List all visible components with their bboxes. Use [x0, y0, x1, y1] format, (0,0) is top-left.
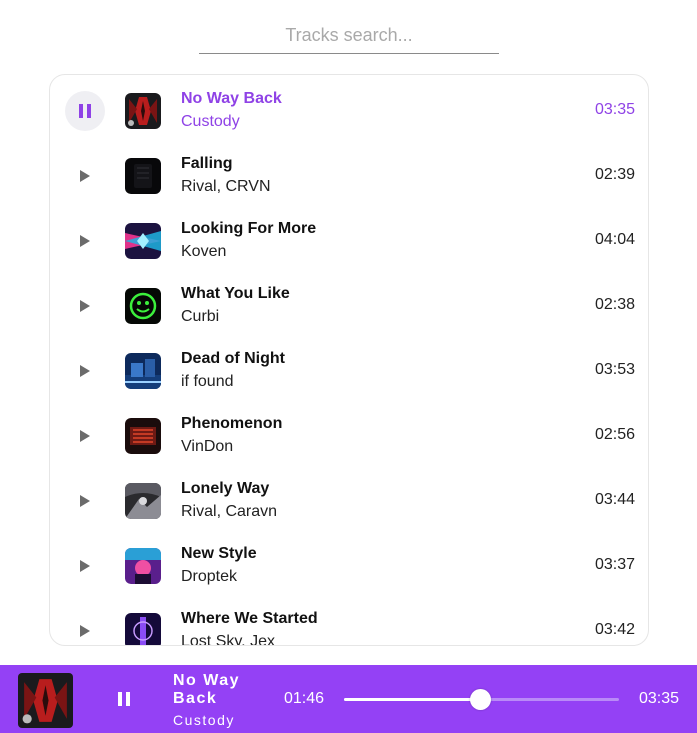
track-artist: Rival, CRVN: [181, 178, 271, 195]
track-cover-image: [125, 548, 161, 584]
track-duration: 02:39: [594, 166, 635, 183]
track-row[interactable]: Falling Rival, CRVN 02:39: [50, 140, 648, 205]
track-duration: 02:38: [594, 296, 635, 313]
track-cover-image: [125, 613, 161, 645]
play-icon: [80, 365, 90, 377]
track-title: New Style: [181, 545, 257, 562]
player-pause-button[interactable]: [108, 683, 140, 715]
progress-fill: [344, 698, 480, 701]
track-row[interactable]: Looking For More Koven 04:04: [50, 205, 648, 270]
now-playing-cover: [18, 673, 73, 728]
player-bar: No Way Back Custody 01:46 03:35: [0, 665, 697, 733]
track-artist: Droptek: [181, 568, 238, 585]
track-artist: Koven: [181, 243, 227, 260]
play-icon: [80, 560, 90, 572]
search-box: [199, 18, 499, 54]
play-icon: [80, 300, 90, 312]
total-time: 03:35: [639, 690, 680, 707]
play-button[interactable]: [65, 546, 105, 586]
play-button[interactable]: [65, 416, 105, 456]
track-duration: 03:44: [594, 491, 635, 508]
track-title: Falling: [181, 155, 233, 172]
play-button[interactable]: [65, 611, 105, 645]
track-cover-image: [125, 288, 161, 324]
pause-icon: [79, 104, 91, 118]
play-icon: [80, 170, 90, 182]
track-duration: 03:37: [594, 556, 635, 573]
play-icon: [80, 235, 90, 247]
play-button[interactable]: [65, 156, 105, 196]
track-duration: 03:42: [594, 621, 635, 638]
now-playing-artist: Custody: [173, 712, 235, 728]
track-cover-image: [125, 418, 161, 454]
track-title: Dead of Night: [181, 350, 285, 367]
track-artist: Rival, Caravn: [181, 503, 278, 520]
track-duration: 02:56: [594, 426, 635, 443]
track-duration: 03:53: [594, 361, 635, 378]
track-row[interactable]: Where We Started Lost Sky, Jex 03:42: [50, 595, 648, 646]
current-time: 01:46: [284, 690, 325, 707]
now-playing-title: No Way Back: [173, 672, 241, 707]
track-artist: VinDon: [181, 438, 234, 455]
track-row[interactable]: Dead of Night if found 03:53: [50, 335, 648, 400]
track-row[interactable]: Lonely Way Rival, Caravn 03:44: [50, 465, 648, 530]
track-duration: 03:35: [594, 101, 635, 118]
play-icon: [80, 495, 90, 507]
track-cover-image: [125, 223, 161, 259]
track-title: Lonely Way: [181, 480, 270, 497]
track-title: No Way Back: [181, 90, 282, 107]
play-button[interactable]: [65, 351, 105, 391]
progress-slider[interactable]: [344, 689, 619, 710]
pause-button[interactable]: [65, 91, 105, 131]
play-icon: [80, 625, 90, 637]
tracks-search-input[interactable]: [199, 18, 499, 53]
track-title: Where We Started: [181, 610, 318, 627]
track-row[interactable]: Phenomenon VinDon 02:56: [50, 400, 648, 465]
track-row[interactable]: No Way Back Custody 03:35: [50, 75, 648, 140]
pause-icon: [118, 692, 130, 706]
track-row[interactable]: What You Like Curbi 02:38: [50, 270, 648, 335]
play-button[interactable]: [65, 221, 105, 261]
play-button[interactable]: [65, 286, 105, 326]
track-title: Looking For More: [181, 220, 317, 237]
track-cover-image: [125, 353, 161, 389]
track-artist: Custody: [181, 113, 240, 130]
track-row[interactable]: New Style Droptek 03:37: [50, 530, 648, 595]
track-cover-image: [125, 158, 161, 194]
track-artist: Lost Sky, Jex: [181, 633, 275, 646]
track-artist: Curbi: [181, 308, 220, 325]
track-duration: 04:04: [594, 231, 635, 248]
progress-handle[interactable]: [469, 689, 491, 710]
play-icon: [80, 430, 90, 442]
track-cover-image: [125, 93, 161, 129]
play-button[interactable]: [65, 481, 105, 521]
track-title: What You Like: [181, 285, 290, 302]
track-title: Phenomenon: [181, 415, 283, 432]
track-list[interactable]: No Way Back Custody 03:35 Falling Rival,…: [49, 74, 649, 646]
track-artist: if found: [181, 373, 234, 390]
track-cover-image: [125, 483, 161, 519]
